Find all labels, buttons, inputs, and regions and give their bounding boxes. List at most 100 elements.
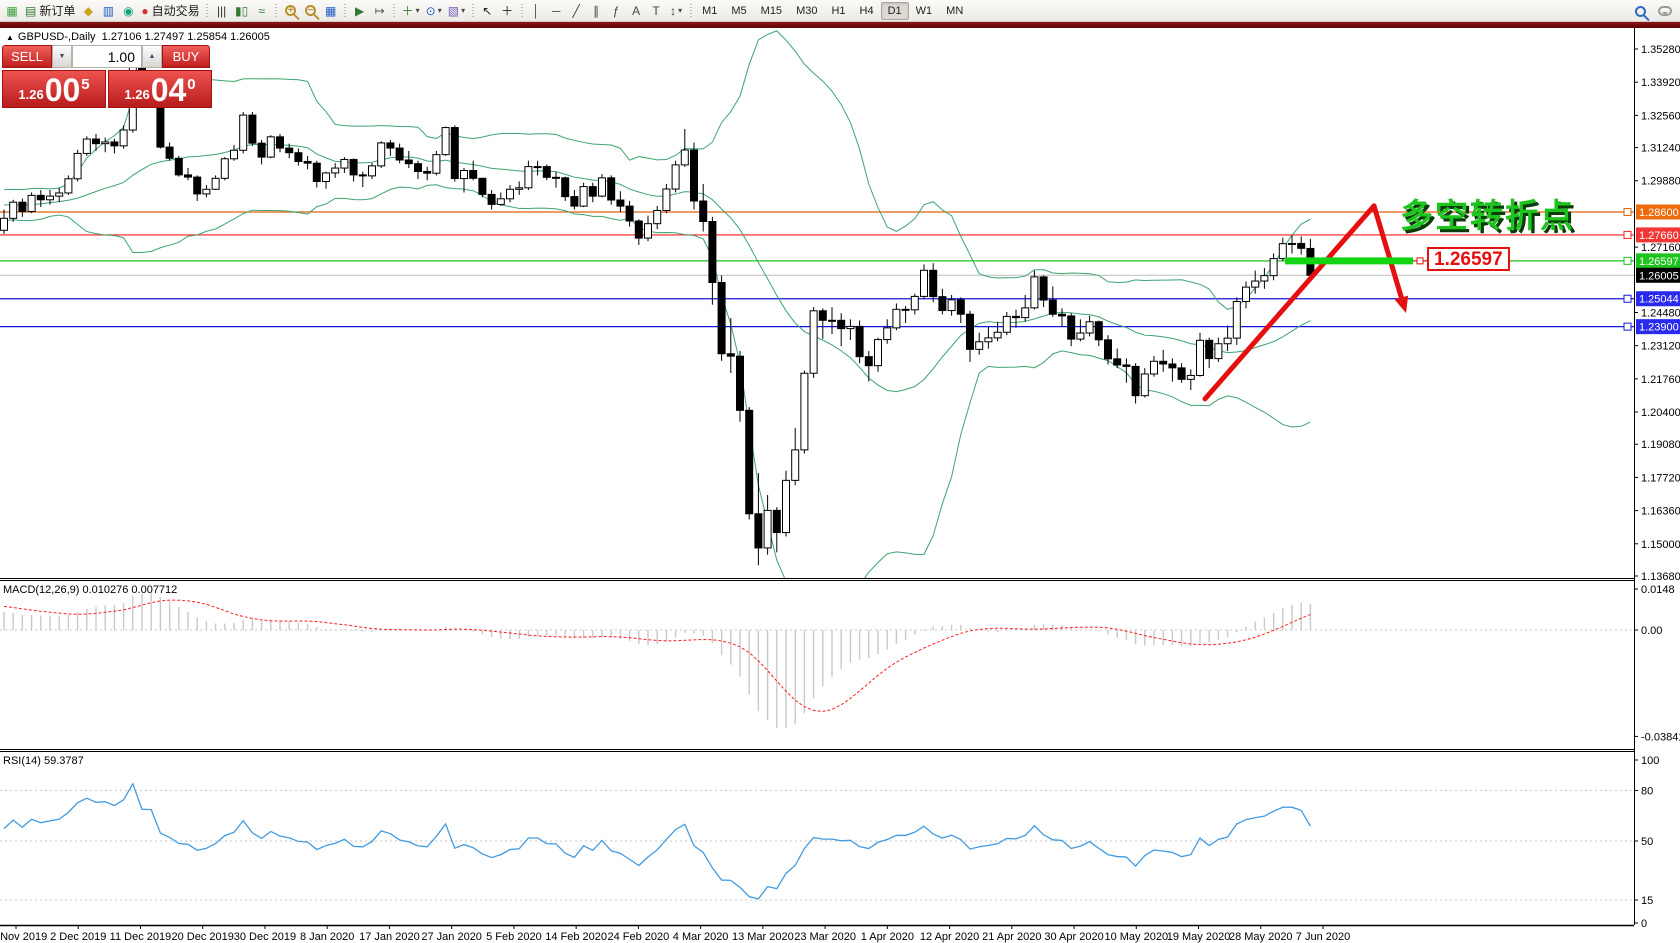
rsi-panel xyxy=(0,784,1634,900)
periods-button[interactable]: ⊙▾ xyxy=(423,1,445,21)
sell-price-display[interactable]: 1.26 00 5 xyxy=(2,70,106,108)
hline-handle[interactable] xyxy=(1624,231,1631,238)
timeframe-mn-button[interactable]: MN xyxy=(939,2,970,20)
fibonacci-button[interactable]: ƒ xyxy=(606,1,626,21)
gold-chart-icon-icon: ◆ xyxy=(84,5,93,17)
auto-scroll-icon: ▶ xyxy=(355,5,364,17)
horizontal-line-button[interactable]: ─ xyxy=(546,1,566,21)
svg-text:21 Apr 2020: 21 Apr 2020 xyxy=(982,931,1041,943)
candlestick-chart-button[interactable]: ▮▯ xyxy=(232,1,252,21)
text-button[interactable]: A xyxy=(626,1,646,21)
svg-text:27 Jan 2020: 27 Jan 2020 xyxy=(421,931,482,943)
chevron-down-icon: ▾ xyxy=(461,6,465,15)
candles-layer xyxy=(1,52,1314,565)
sell-price-prefix: 1.26 xyxy=(18,87,43,102)
data-window-icon[interactable]: ▥ xyxy=(98,1,118,21)
text-icon: A xyxy=(632,5,640,17)
toolbar-separator xyxy=(204,2,211,20)
svg-text:1.25044: 1.25044 xyxy=(1639,294,1679,306)
svg-text:1.32560: 1.32560 xyxy=(1641,110,1680,122)
signals-icon[interactable]: ◉ xyxy=(118,1,138,21)
svg-text:5 Feb 2020: 5 Feb 2020 xyxy=(486,931,542,943)
bar-chart-button[interactable]: ||| xyxy=(212,1,232,21)
sell-price-big: 00 xyxy=(45,76,81,105)
buy-price-sup: 0 xyxy=(187,76,195,93)
svg-text:0.00: 0.00 xyxy=(1641,625,1662,637)
svg-text:-0.038415: -0.038415 xyxy=(1641,731,1680,743)
sell-button[interactable]: SELL xyxy=(2,45,52,68)
svg-text:0.0148: 0.0148 xyxy=(1641,584,1675,596)
auto-scroll-button[interactable]: ▶ xyxy=(350,1,370,21)
crosshair-button[interactable]: ＋ xyxy=(497,1,517,21)
svg-text:1.27160: 1.27160 xyxy=(1641,242,1680,254)
text-label-button[interactable]: T xyxy=(646,1,666,21)
chevron-down-icon: ▾ xyxy=(438,6,442,15)
svg-text:1.26597: 1.26597 xyxy=(1639,256,1679,268)
turning-point-annotation[interactable]: 多空转折点 xyxy=(1400,189,1575,237)
volume-decrease-button[interactable]: ▼ xyxy=(52,45,72,68)
timeframe-m15-button[interactable]: M15 xyxy=(754,2,789,20)
svg-text:22 Nov 2019: 22 Nov 2019 xyxy=(0,931,47,943)
line-chart-button[interactable]: ≈ xyxy=(252,1,272,21)
timeframe-m30-button[interactable]: M30 xyxy=(789,2,824,20)
vertical-line-button[interactable]: │ xyxy=(526,1,546,21)
horizontal-line-icon: ─ xyxy=(552,5,561,17)
new-order-button[interactable]: ▤新订单 xyxy=(22,1,78,21)
macd-label: MACD(12,26,9) 0.010276 0.007712 xyxy=(3,584,177,596)
zoom-out-button[interactable]: − xyxy=(301,1,321,21)
toolbar-separator xyxy=(342,2,349,20)
gold-chart-icon[interactable]: ◆ xyxy=(78,1,98,21)
volume-input[interactable]: 1.00 xyxy=(72,45,142,68)
hline-handle[interactable] xyxy=(1624,257,1631,264)
svg-text:10 May 2020: 10 May 2020 xyxy=(1104,931,1168,943)
equidistant-channel-button[interactable]: ∥ xyxy=(586,1,606,21)
chart-caption-strip[interactable] xyxy=(0,22,1680,28)
bollinger-bands xyxy=(4,31,1310,599)
timeframe-h4-button[interactable]: H4 xyxy=(853,2,881,20)
cursor-icon: ↖ xyxy=(482,5,492,17)
hline-handle[interactable] xyxy=(1624,208,1631,215)
price-axis: 1.352801.339201.325601.312401.298801.271… xyxy=(1634,44,1680,583)
price-level-flag[interactable]: 1.26597 xyxy=(1427,247,1510,271)
timeframe-h1-button[interactable]: H1 xyxy=(824,2,852,20)
buy-price-display[interactable]: 1.26 04 0 xyxy=(108,70,212,108)
crosshair-icon: ＋ xyxy=(501,5,513,17)
svg-text:1.26005: 1.26005 xyxy=(1639,270,1679,282)
trend-down-arrow[interactable] xyxy=(1374,206,1403,304)
chart-header: ▲GBPUSD-,Daily 1.27106 1.27497 1.25854 1… xyxy=(6,31,270,43)
chevron-down-icon: ▾ xyxy=(416,6,420,15)
tile-windows-button[interactable]: ▦ xyxy=(321,1,341,21)
chart-shift-button[interactable]: ↦ xyxy=(370,1,390,21)
symbol-title: GBPUSD-,Daily xyxy=(18,31,96,43)
price-chart[interactable]: 1.352801.339201.325601.312401.298801.271… xyxy=(0,0,1680,943)
one-click-toggle-icon[interactable]: ▲ xyxy=(6,33,14,42)
templates-button[interactable]: ▧▾ xyxy=(445,1,468,21)
volume-increase-button[interactable]: ▲ xyxy=(142,45,162,68)
svg-text:1.13680: 1.13680 xyxy=(1641,571,1680,583)
svg-text:19 May 2020: 19 May 2020 xyxy=(1167,931,1231,943)
zoom-in-button[interactable]: + xyxy=(281,1,301,21)
toolbar-separator xyxy=(469,2,476,20)
trendline-button[interactable]: ╱ xyxy=(566,1,586,21)
hline-handle[interactable] xyxy=(1624,323,1631,330)
arrows-button[interactable]: ↕▾ xyxy=(666,1,686,21)
svg-text:17 Jan 2020: 17 Jan 2020 xyxy=(359,931,420,943)
indicators-icon: ＋ xyxy=(402,5,414,17)
chat-icon[interactable] xyxy=(1658,6,1672,16)
svg-text:1.23120: 1.23120 xyxy=(1641,341,1680,353)
svg-text:80: 80 xyxy=(1641,785,1653,797)
cursor-button[interactable]: ↖ xyxy=(477,1,497,21)
hline-handle[interactable] xyxy=(1624,295,1631,302)
svg-text:1.19080: 1.19080 xyxy=(1641,439,1680,451)
indicators-button[interactable]: ＋▾ xyxy=(399,1,423,21)
buy-button[interactable]: BUY xyxy=(162,45,210,68)
timeframe-d1-button[interactable]: D1 xyxy=(881,2,909,20)
line-chart-icon: ≈ xyxy=(258,5,265,17)
search-icon[interactable] xyxy=(1635,6,1646,17)
timeframe-m5-button[interactable]: M5 xyxy=(724,2,753,20)
terminal-icon[interactable]: ▦ xyxy=(2,1,22,21)
autotrading-button[interactable]: ●自动交易 xyxy=(138,1,202,21)
time-axis[interactable]: 22 Nov 20192 Dec 201911 Dec 201920 Dec 2… xyxy=(0,925,1350,943)
timeframe-w1-button[interactable]: W1 xyxy=(909,2,940,20)
timeframe-m1-button[interactable]: M1 xyxy=(695,2,724,20)
